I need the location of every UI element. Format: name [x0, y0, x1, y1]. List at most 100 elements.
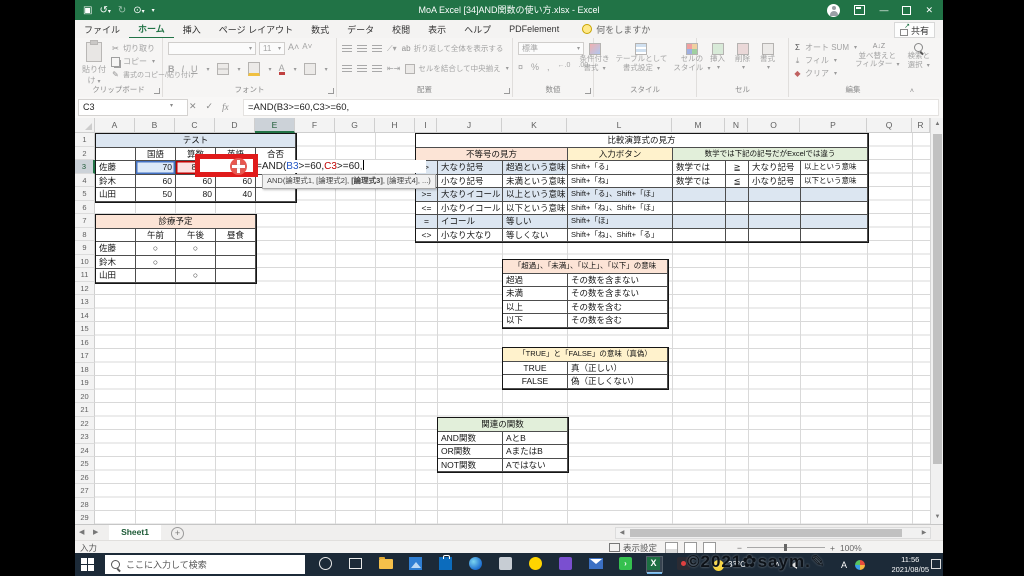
cell[interactable]: 佐藤	[96, 242, 136, 256]
cell[interactable]	[96, 228, 136, 242]
insert-cells-button[interactable]: 挿入 ▾	[710, 43, 725, 87]
cell[interactable]: 山田	[96, 188, 136, 202]
column-header-K[interactable]: K	[502, 118, 567, 133]
dialog-launcher-icon[interactable]	[504, 88, 510, 94]
cell[interactable]: 鈴木	[96, 174, 136, 188]
table-title[interactable]: 関連の関数	[438, 418, 568, 432]
scroll-right-icon[interactable]: ▶	[918, 528, 930, 538]
store-icon[interactable]	[439, 555, 454, 572]
taskbar-clock[interactable]: 11:56 2021/08/05	[891, 555, 929, 574]
scroll-down-icon[interactable]: ▼	[931, 511, 944, 524]
cell[interactable]	[256, 188, 296, 202]
fill-button[interactable]: ⤓ フィル ▾	[793, 54, 857, 67]
column-header-H[interactable]: H	[375, 118, 415, 133]
tab-data[interactable]: データ	[338, 20, 383, 38]
row-header-18[interactable]: 18	[75, 362, 95, 376]
column-header-O[interactable]: O	[748, 118, 800, 133]
row-header-22[interactable]: 22	[75, 416, 95, 430]
cell[interactable]: 真（正しい）	[568, 361, 668, 375]
cell[interactable]: その数を含む	[568, 300, 668, 314]
cell[interactable]: 以上という意味	[503, 188, 568, 202]
cell[interactable]: TRUE	[503, 361, 568, 375]
cell[interactable]: 等しくない	[503, 228, 568, 242]
cell[interactable]: Shift+「ね」	[568, 174, 673, 188]
cell[interactable]: 偽（正しくない）	[568, 375, 668, 389]
merge-center-button[interactable]: セルを結合して中央揃え ▾	[405, 62, 509, 75]
conditional-formatting-button[interactable]: 条件付き 書式 ▾	[580, 43, 610, 87]
table-title[interactable]: 診療予定	[96, 215, 256, 229]
underline-button[interactable]: U	[191, 64, 198, 74]
row-header-28[interactable]: 28	[75, 497, 95, 511]
column-header-F[interactable]: F	[295, 118, 335, 133]
cell[interactable]: 鈴木	[96, 255, 136, 269]
cell-b3[interactable]: 70	[136, 161, 176, 175]
column-header-Q[interactable]: Q	[867, 118, 912, 133]
column-header-J[interactable]: J	[437, 118, 502, 133]
sort-filter-button[interactable]: A↓Z 並べ替えと フィルター ▾	[855, 43, 899, 70]
tab-insert[interactable]: 挿入	[174, 20, 210, 38]
share-button[interactable]: 共有	[893, 22, 935, 38]
messenger-app-icon[interactable]: ›	[619, 557, 634, 572]
cell[interactable]	[673, 201, 726, 215]
cell[interactable]: 山田	[96, 269, 136, 283]
format-as-table-button[interactable]: テーブルとして 書式設定 ▾	[616, 43, 667, 87]
align-top-icon[interactable]	[342, 44, 352, 53]
vertical-scrollbar[interactable]: ▲ ▼	[930, 118, 943, 524]
currency-format-icon[interactable]: ¤	[518, 62, 523, 72]
cell[interactable]	[673, 188, 726, 202]
cell[interactable]: 小なり大なり	[438, 228, 503, 242]
row-header-26[interactable]: 26	[75, 470, 95, 484]
cell[interactable]	[726, 228, 749, 242]
cell-edit-overlay[interactable]: =AND(B3>=60,C3>=60,	[256, 160, 426, 173]
taskbar-search-box[interactable]: ここに入力して検索	[105, 555, 305, 574]
orientation-icon[interactable]: ⟋▾	[387, 44, 397, 54]
enter-icon[interactable]: ✓	[206, 101, 214, 112]
cell[interactable]: 佐藤	[96, 161, 136, 175]
cell[interactable]	[216, 255, 256, 269]
cell[interactable]: OR関数	[438, 445, 503, 459]
cell[interactable]: 以上	[503, 300, 568, 314]
cell[interactable]	[801, 228, 868, 242]
cortana-icon[interactable]	[319, 557, 334, 572]
cell[interactable]: 数学では	[673, 174, 726, 188]
tab-page-layout[interactable]: ページ レイアウト	[210, 20, 302, 38]
table-title[interactable]: 「超過」、「未満」、「以上」、「以下」の意味	[503, 260, 668, 274]
cell[interactable]: ○	[136, 242, 176, 256]
zoom-in-icon[interactable]: +	[830, 543, 835, 553]
section-header[interactable]: 入力ボタン	[568, 147, 673, 161]
select-all-corner[interactable]	[75, 118, 95, 133]
row-header-27[interactable]: 27	[75, 484, 95, 498]
table-title[interactable]: 比較演算式の見方	[416, 134, 868, 148]
row-header-29[interactable]: 29	[75, 511, 95, 525]
new-sheet-icon[interactable]: +	[171, 527, 184, 540]
insert-function-icon[interactable]: fx	[222, 102, 229, 112]
edge-icon[interactable]	[469, 557, 484, 572]
align-bottom-icon[interactable]	[372, 44, 382, 53]
row-header-15[interactable]: 15	[75, 322, 95, 336]
cell[interactable]	[801, 201, 868, 215]
row-header-1[interactable]: 1	[75, 133, 95, 147]
cell[interactable]: <>	[416, 228, 438, 242]
photos-icon[interactable]	[409, 557, 424, 572]
zoom-out-icon[interactable]: −	[737, 543, 742, 553]
cell[interactable]: 等しい	[503, 215, 568, 229]
cell[interactable]: Shift+「ほ」	[568, 215, 673, 229]
align-middle-icon[interactable]	[357, 44, 367, 53]
dialog-launcher-icon[interactable]	[585, 88, 591, 94]
cell[interactable]: ○	[136, 255, 176, 269]
cell[interactable]: FALSE	[503, 375, 568, 389]
autosum-button[interactable]: Σ オート SUM ▾	[793, 41, 857, 54]
bold-button[interactable]: B	[168, 64, 175, 74]
cell[interactable]: 以下という意味	[503, 201, 568, 215]
cell[interactable]	[673, 215, 726, 229]
cell[interactable]	[749, 228, 801, 242]
column-header-A[interactable]: A	[95, 118, 135, 133]
dialog-launcher-icon[interactable]	[328, 88, 334, 94]
column-header-I[interactable]: I	[415, 118, 437, 133]
font-name-box[interactable]: ▾	[168, 42, 256, 55]
tab-view[interactable]: 表示	[419, 20, 455, 38]
section-header[interactable]: 数学では下記の記号だがExcelでは違う	[673, 147, 868, 161]
column-header-P[interactable]: P	[800, 118, 867, 133]
maximize-button[interactable]	[902, 5, 912, 15]
account-avatar[interactable]	[827, 3, 841, 17]
